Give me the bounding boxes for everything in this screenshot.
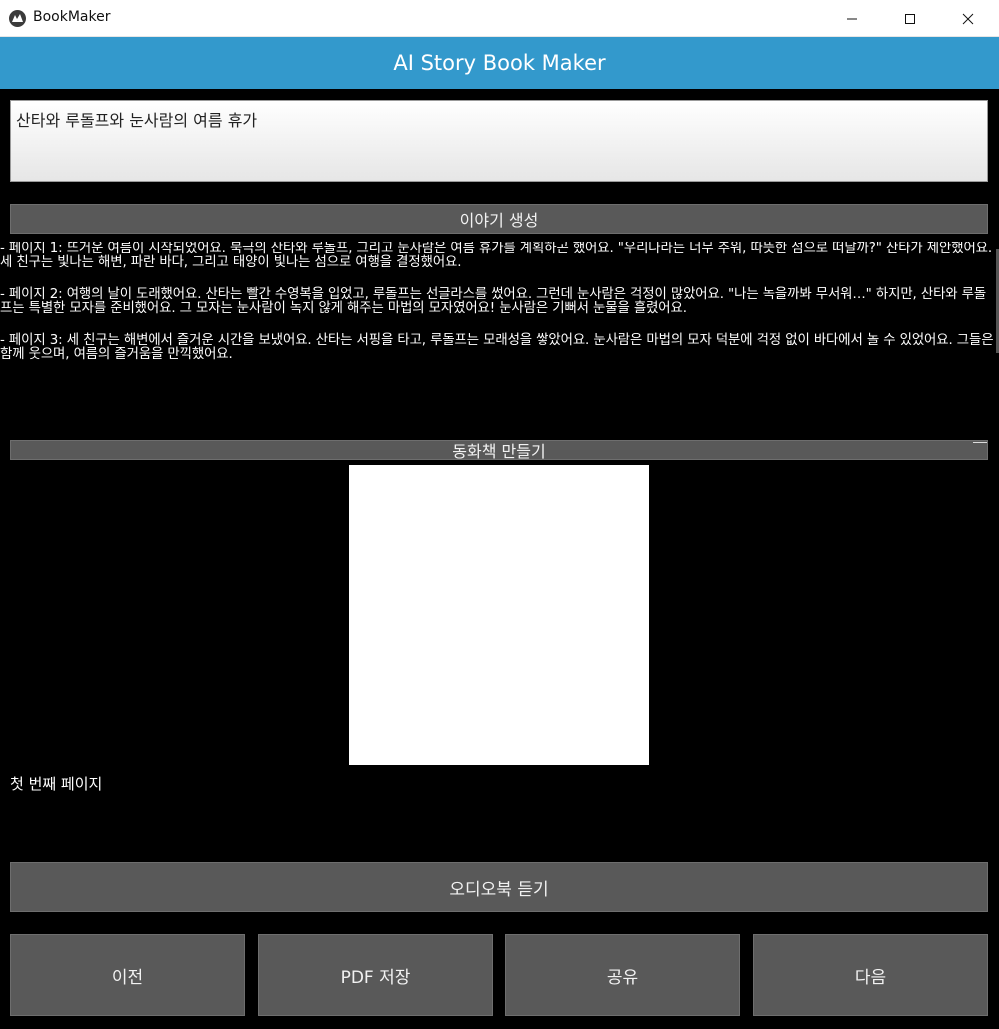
- story-text: - 페이지 1: 뜨거운 여름이 시작되었어요. 북극의 산타와 루돌프, 그리…: [0, 242, 999, 432]
- app-window: BookMaker AI Story Book Maker 산타와 루돌프와 눈…: [0, 0, 999, 1029]
- audiobook-label: 오디오북 듣기: [449, 879, 549, 900]
- next-page-label: 다음: [854, 967, 887, 988]
- generate-story-label: 이야기 생성: [459, 211, 539, 230]
- app-header-title: AI Story Book Maker: [393, 51, 606, 75]
- kivy-logo-icon: [9, 10, 26, 27]
- collapse-icon: [973, 442, 987, 443]
- make-storybook-button[interactable]: 동화책 만들기: [10, 440, 988, 461]
- story-topic-value: 산타와 루돌프와 눈사람의 여름 휴가: [16, 111, 258, 130]
- share-button[interactable]: 공유: [505, 934, 740, 1016]
- next-page-button[interactable]: 다음: [753, 934, 988, 1016]
- audiobook-button[interactable]: 오디오북 듣기: [10, 862, 988, 912]
- story-page-2: - 페이지 2: 여행의 날이 도래했어요. 산타는 빨간 수영복을 입었고, …: [0, 286, 987, 317]
- save-pdf-label: PDF 저장: [340, 967, 411, 988]
- app-header: AI Story Book Maker: [0, 37, 999, 89]
- maximize-icon: [905, 13, 915, 24]
- make-storybook-label: 동화책 만들기: [452, 442, 546, 461]
- close-icon: [962, 13, 974, 24]
- story-topic-input[interactable]: 산타와 루돌프와 눈사람의 여름 휴가: [10, 100, 988, 182]
- story-page-1: - 페이지 1: 뜨거운 여름이 시작되었어요. 북극의 산타와 루돌프, 그리…: [0, 242, 993, 271]
- page-illustration: [349, 465, 649, 765]
- maximize-button[interactable]: [887, 0, 933, 37]
- previous-page-button[interactable]: 이전: [10, 934, 245, 1016]
- minimize-icon: [847, 18, 857, 19]
- share-label: 공유: [606, 967, 639, 988]
- previous-page-label: 이전: [111, 967, 144, 988]
- page-caption: 첫 번째 페이지: [10, 775, 103, 793]
- story-page-3: - 페이지 3: 세 친구는 해변에서 즐거운 시간을 보냈어요. 산타는 서핑…: [0, 332, 994, 363]
- save-pdf-button[interactable]: PDF 저장: [258, 934, 493, 1016]
- minimize-button[interactable]: [829, 0, 875, 37]
- close-button[interactable]: [945, 0, 991, 37]
- generate-story-button[interactable]: 이야기 생성: [10, 204, 988, 234]
- window-title: BookMaker: [33, 9, 111, 25]
- title-bar: BookMaker: [0, 0, 999, 37]
